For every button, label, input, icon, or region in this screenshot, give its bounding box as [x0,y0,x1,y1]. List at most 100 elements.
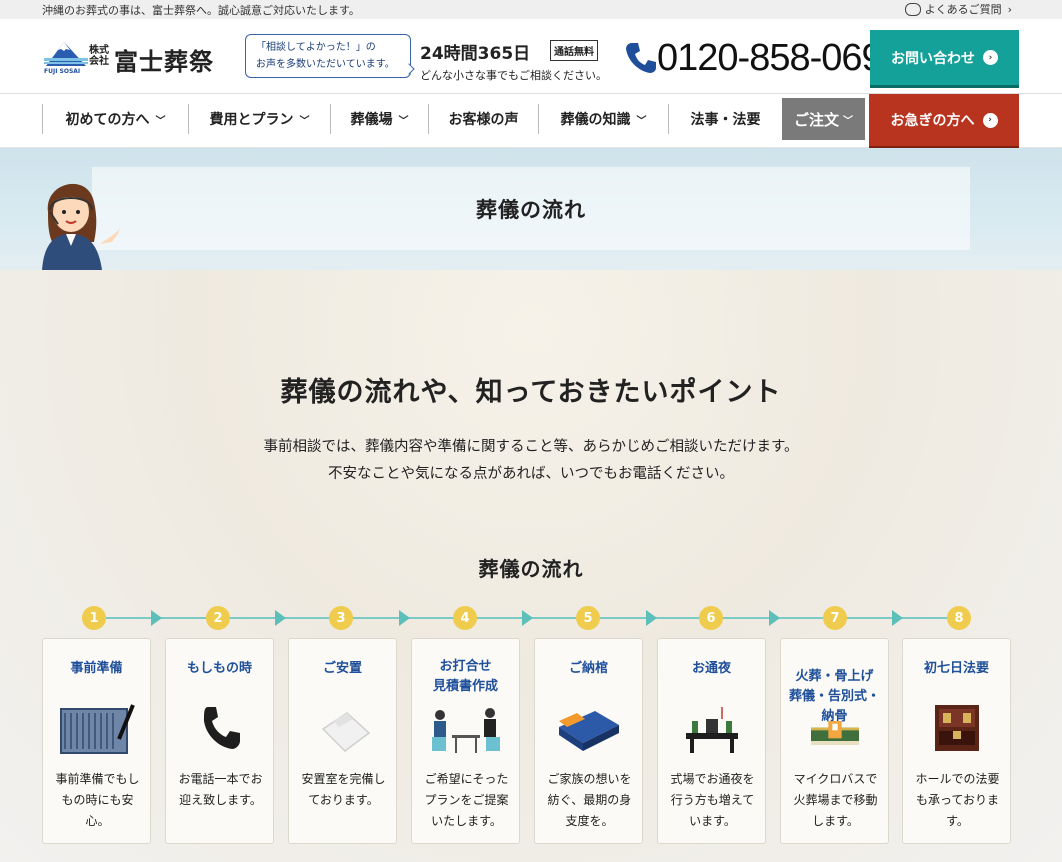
bubble-line-1: 「相談してよかった！」の [256,42,376,53]
step-description: 式場でお通夜を行う方も増えています。 [670,772,755,828]
step-card-laying[interactable]: ご安置 安置室を完備しております。 [288,638,397,844]
nav-item-venues[interactable]: 葬儀場 ﹀ [330,104,428,134]
hours-label: 24時間365日 [420,44,531,64]
nav-item-first-time[interactable]: 初めての方へ ﹀ [42,104,188,134]
butsudan-icon [935,705,979,751]
pillow-icon [321,712,371,752]
urgent-button[interactable]: お急ぎの方へ › [869,94,1019,146]
nav-item-label: 葬儀場 [350,112,393,128]
page-title: 葬儀の流れ [92,167,970,250]
step-description: お電話一本でお迎え致します。 [178,772,263,807]
arrow-right-icon [646,610,657,626]
arrow-right-icon: › [983,50,998,65]
coffin-icon [559,711,619,751]
main-nav: 初めての方へ ﹀ 費用とプラン ﹀ 葬儀場 ﹀ お客様の声 葬儀の知識 ﹀ 法事・法要 … [0,94,1062,148]
bubble-line-2: お声を多数いただいています。 [256,59,395,70]
meeting-icon [432,708,500,753]
arrow-right-icon: › [982,112,998,128]
nav-item-knowledge[interactable]: 葬儀の知識 ﹀ [538,104,668,134]
nav-item-label: 葬儀の知識 [560,112,631,128]
step-number-badge: 8 [947,606,971,630]
step-number-badge: 7 [823,606,847,630]
flow-heading: 葬儀の流れ [478,557,584,581]
page-banner: 葬儀の流れ [0,148,1062,270]
chat-bubble-icon [904,2,921,16]
step-description: 事前準備でもしもの時にも安心。 [55,772,140,828]
step-number-badge: 1 [82,606,106,630]
arrow-right-icon [399,610,410,626]
step-number-badge: 6 [699,606,723,630]
chevron-down-icon: ﹀ [636,115,647,127]
chevron-down-icon: ﹀ [299,115,310,127]
step-number-badge: 2 [206,606,230,630]
site-header: 株式会社 富士葬祭 FUJI SOSAI 「相談してよかった！」の お声を多数い… [0,19,1062,94]
site-logo[interactable]: 株式会社 富士葬祭 FUJI SOSAI [44,38,226,76]
chevron-right-icon: › [1007,2,1012,16]
step-card-memorial[interactable]: 初七日法要 ホールでの法要も承っております。 [902,638,1011,844]
step-card-emergency[interactable]: もしもの時 お電話一本でお迎え致します。 [165,638,274,844]
order-button[interactable]: ご注文 ﹀ [782,98,865,140]
altar-icon [686,707,738,753]
hours-subtext: どんな小さな事でもご相談ください。 [420,69,607,82]
step-title: 初七日法要 [923,661,989,676]
chevron-down-icon: ﹀ [155,115,166,127]
arrow-right-icon [151,610,162,626]
nav-item-testimonials[interactable]: お客様の声 [428,104,538,134]
logo-name: 富士葬祭 [114,48,214,76]
nav-item-label: 法事・法要 [690,112,761,128]
logo-company-type: 株式会社 [89,45,109,67]
step-card-meeting[interactable]: お打合せ 見積書作成 ご希望にそったプランをご提案いたします。 [411,638,520,844]
lead-text-2: 不安なことや気になる点があれば、いつでもお電話ください。 [328,466,734,482]
step-card-wake[interactable]: お通夜 式場でお通夜を行う方も増えています。 [657,638,766,844]
arrow-right-icon [275,610,286,626]
logo-roman: FUJI SOSAI [44,68,81,75]
step-description: マイクロバスで火葬場まで移動します。 [793,772,878,828]
nav-item-label: お客様の声 [448,112,519,128]
mount-fuji-icon [44,42,88,66]
tagline: 沖縄のお葬式の事は、富士葬祭へ。誠心誠意ご対応いたします。 [42,4,360,17]
step-title: ご納棺 [568,661,608,676]
urgent-button-label: お急ぎの方へ [890,113,975,129]
step-title: 事前準備 [70,661,123,676]
funeral-altar-icon [811,721,859,745]
contact-button[interactable]: お問い合わせ › [870,30,1019,85]
step-card-encoffining[interactable]: ご納棺 ご家族の想いを紡ぐ、最期の身支度を。 [534,638,643,844]
step-card-preparation[interactable]: 事前準備 事前準備でもしもの時にも安心。 [42,638,151,844]
section-heading: 葬儀の流れや、知っておきたいポイント [280,377,782,408]
lead-text-1: 事前相談では、葬儀内容や準備に関すること等、あらかじめご相談いただけます。 [263,439,799,455]
step-card-cremation[interactable]: 火葬・骨上げ 葬儀・告別式・ 納骨 マイクロバスで火葬場まで移動します。 [780,638,889,844]
step-title: 火葬・骨上げ 葬儀・告別式・ 納骨 [788,669,880,724]
contact-button-label: お問い合わせ [891,50,975,67]
nav-item-cost-plan[interactable]: 費用とプラン ﹀ [188,104,330,134]
arrow-right-icon [892,610,903,626]
step-number-badge: 3 [329,606,353,630]
testimonial-bubble: 「相談してよかった！」の お声を多数いただいています。 [245,34,411,78]
step-title: ご安置 [322,661,362,676]
step-description: ホールでの法要も承っております。 [915,772,1000,828]
faq-label: よくあるご質問 [924,3,1002,16]
step-title: お通夜 [691,661,731,676]
free-call-badge: 通話無料 [550,40,598,61]
phone-icon [204,707,240,749]
step-description: ご家族の想いを紡ぐ、最期の身支度を。 [547,772,632,828]
step-description: 安置室を完備しております。 [301,772,386,807]
arrow-right-icon [522,610,533,626]
arrow-right-icon [769,610,780,626]
nav-item-label: 費用とプラン [209,112,294,128]
nav-item-memorial[interactable]: 法事・法要 [668,104,782,134]
step-number-badge: 4 [453,606,477,630]
flow-timeline: 1 2 3 4 5 6 7 8 [0,600,1062,636]
phone-icon [626,43,656,73]
step-number-badge: 5 [576,606,600,630]
top-bar: 沖縄のお葬式の事は、富士葬祭へ。誠心誠意ご対応いたします。 よくあるご質問 › [0,0,1062,19]
chevron-down-icon: ﹀ [843,115,853,127]
step-description: ご希望にそったプランをご提案いたします。 [424,772,509,828]
operator-character-icon [42,183,120,270]
faq-link[interactable]: よくあるご質問 › [904,1,1012,17]
phone-number[interactable]: 0120-858-069 [657,37,883,80]
nav-item-label: 初めての方へ [65,112,150,128]
notebook-icon [60,704,135,754]
step-title: お打合せ 見積書作成 [432,659,498,694]
step-title: もしもの時 [186,661,252,676]
chevron-down-icon: ﹀ [398,115,409,127]
